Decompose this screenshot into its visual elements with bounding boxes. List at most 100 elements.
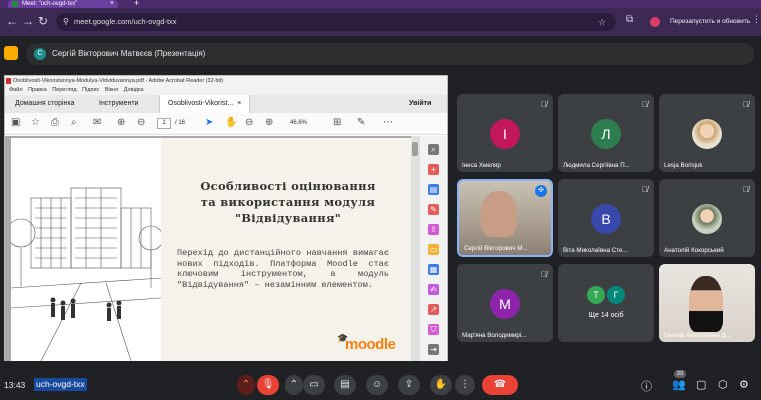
participant-name: Галина Анатоліївна Д... xyxy=(664,332,731,339)
menu-file[interactable]: Файл xyxy=(9,87,23,93)
graduation-cap-icon: 🎓 xyxy=(337,333,348,343)
zoom-out-icon[interactable]: ⊖ xyxy=(245,117,253,128)
tab-tools[interactable]: Інструменти xyxy=(91,95,146,113)
person-silhouette xyxy=(481,191,517,237)
clock: 13:43 xyxy=(4,380,26,390)
select-cursor-icon[interactable]: ➤ xyxy=(205,117,213,128)
menu-help[interactable]: Довідка xyxy=(124,87,144,93)
participant-tile[interactable]: 🎙̸ Lesja Borisjuk xyxy=(659,94,755,172)
site-info-icon[interactable]: ⚲ xyxy=(63,13,69,31)
people-icon[interactable]: 👥 xyxy=(672,378,686,391)
url-text: meet.google.com/uch-ovgd-txx xyxy=(74,17,177,26)
mic-off-icon: 🎙̸ xyxy=(642,100,648,109)
bookmark-star-icon[interactable]: ☆ xyxy=(598,13,606,31)
close-icon[interactable]: × xyxy=(110,0,114,8)
close-icon[interactable]: × xyxy=(237,100,241,107)
extensions-icon[interactable]: ⧉ xyxy=(626,14,633,25)
edit-pdf-icon[interactable]: ✎ xyxy=(428,204,439,215)
leave-call-button[interactable]: ☎ xyxy=(482,375,518,395)
avatar-photo xyxy=(692,119,722,149)
zoom-search-icon[interactable]: ⌕ xyxy=(71,117,77,128)
more-tools-icon[interactable]: ⋯ xyxy=(383,117,393,128)
comment-icon[interactable]: ✎ xyxy=(357,117,365,128)
new-tab-icon[interactable]: + xyxy=(134,0,139,8)
profile-avatar[interactable] xyxy=(650,17,660,27)
menu-view[interactable]: Перегляд xyxy=(52,87,76,93)
captions-button[interactable]: ▤ xyxy=(334,375,356,395)
menu-edit[interactable]: Правка xyxy=(28,87,47,93)
meet-controls-bar: 13:43 uch-ovgd-txx ⌃ 🎙 ⌃ ▭ ▤ ☺ ⇪ ✋ ⋮ ☎ ⓘ… xyxy=(0,370,761,400)
participant-name: Віта Миколаївна Сте... xyxy=(563,247,628,254)
more-icon[interactable]: ⋮ xyxy=(752,14,761,25)
presenter-pill[interactable]: С Сергій Вікторович Матвєєв (Презентація… xyxy=(26,43,754,65)
participant-tile[interactable]: 🎙̸ Анатолій Кокорський xyxy=(659,179,755,257)
page-up-icon[interactable]: ⊕ xyxy=(117,117,125,128)
tab-document[interactable]: Osoblivosti-Vikorist... × xyxy=(159,95,251,113)
meeting-code[interactable]: uch-ovgd-txx xyxy=(34,378,87,391)
page-number-input[interactable]: 1 xyxy=(157,118,171,129)
collapse-panel-icon[interactable]: ⇥ xyxy=(428,344,439,355)
fill-sign-icon[interactable]: ✍ xyxy=(428,284,439,295)
share-icon[interactable]: ↗ xyxy=(428,304,439,315)
reload-icon[interactable]: ↻ xyxy=(38,14,48,28)
info-icon[interactable]: ⓘ xyxy=(641,378,652,394)
back-icon[interactable]: ← xyxy=(6,14,18,28)
participant-tile[interactable]: 🎙̸ В Віта Миколаївна Сте... xyxy=(558,179,654,257)
avatar: С xyxy=(34,48,46,60)
campus-sketch-illustration xyxy=(11,138,161,361)
present-button[interactable]: ⇪ xyxy=(398,375,420,395)
moodle-logo: 🎓 moodle xyxy=(337,333,396,353)
emoji-button[interactable]: ☺ xyxy=(366,375,388,395)
more-participants-label: Ще 14 осіб xyxy=(588,312,624,319)
participant-tile-video[interactable]: 🎙̸ Галина Анатоліївна Д... xyxy=(659,264,755,342)
meet-favicon-icon xyxy=(12,1,18,7)
host-controls-icon[interactable]: ⚙ xyxy=(739,378,749,391)
participant-tile[interactable]: 🎙̸ І Інеса Хмеляр xyxy=(457,94,553,172)
browser-tab[interactable]: Meet: "uch-ovgd-txx" × xyxy=(8,0,118,8)
save-icon[interactable]: ▣ xyxy=(11,117,20,128)
mic-options-chevron-icon[interactable]: ⌃ xyxy=(237,375,255,395)
chat-icon[interactable]: ▢ xyxy=(696,378,706,391)
acrobat-titlebar: Osoblivosti-Vikoristannya-Modulya-Vidvid… xyxy=(5,76,447,86)
organize-icon[interactable]: ▦ xyxy=(428,264,439,275)
avatar: І xyxy=(490,119,520,149)
hand-tool-icon[interactable]: ✋ xyxy=(225,117,237,128)
page-down-icon[interactable]: ⊖ xyxy=(137,117,145,128)
zoom-level[interactable]: 46,6% xyxy=(290,118,307,129)
menu-sign[interactable]: Підпис xyxy=(82,87,99,93)
forward-icon[interactable]: → xyxy=(22,14,34,28)
export-pdf-icon[interactable]: ⇪ xyxy=(428,224,439,235)
activities-icon[interactable]: ⬡ xyxy=(718,378,728,391)
combine-icon[interactable]: ▤ xyxy=(428,184,439,195)
menu-window[interactable]: Вікно xyxy=(105,87,118,93)
tab-home[interactable]: Домашня сторінка xyxy=(7,95,83,113)
raise-hand-button[interactable]: ✋ xyxy=(430,375,452,395)
camera-options-chevron-icon[interactable]: ⌃ xyxy=(285,375,303,395)
mail-icon[interactable]: ✉ xyxy=(93,117,101,128)
bookmark-star-icon[interactable]: ☆ xyxy=(31,117,40,128)
mic-off-icon: 🎙̸ xyxy=(743,185,749,194)
more-participants-tile[interactable]: Т Г Ще 14 осіб xyxy=(558,264,654,342)
participant-name: Мар'яна Володимирі... xyxy=(462,332,527,339)
search-icon[interactable]: ⌕ xyxy=(428,144,439,155)
mic-off-button[interactable]: 🎙 xyxy=(257,375,279,395)
fit-page-icon[interactable]: ⊞ xyxy=(333,117,341,128)
address-bar[interactable]: ⚲ meet.google.com/uch-ovgd-txx ☆ xyxy=(56,13,616,31)
people-count-badge: 23 xyxy=(674,370,686,378)
scrollbar-thumb[interactable] xyxy=(412,142,418,156)
participant-tile-video[interactable]: ✣ Сергій Вікторович М... xyxy=(457,179,553,257)
print-icon[interactable]: ⎙ xyxy=(51,117,59,128)
restart-update-button[interactable]: Перезапустить и обновить xyxy=(664,14,752,30)
protect-icon[interactable]: ⛉ xyxy=(428,324,439,335)
vertical-scrollbar[interactable] xyxy=(411,136,419,361)
zoom-in-icon[interactable]: ⊕ xyxy=(265,117,273,128)
signin-button[interactable]: Увійти xyxy=(401,95,439,113)
participant-tile[interactable]: 🎙̸ Л Людмила Сергіївна П... xyxy=(558,94,654,172)
pdf-page: Особливості оцінювання та використання м… xyxy=(11,138,411,361)
more-options-button[interactable]: ⋮ xyxy=(455,375,475,395)
create-pdf-icon[interactable]: + xyxy=(428,164,439,175)
speaking-indicator-icon: ✣ xyxy=(535,185,547,197)
comment-icon[interactable]: ▭ xyxy=(428,244,439,255)
participant-tile[interactable]: 🎙̸ М Мар'яна Володимирі... xyxy=(457,264,553,342)
camera-button[interactable]: ▭ xyxy=(303,375,325,395)
